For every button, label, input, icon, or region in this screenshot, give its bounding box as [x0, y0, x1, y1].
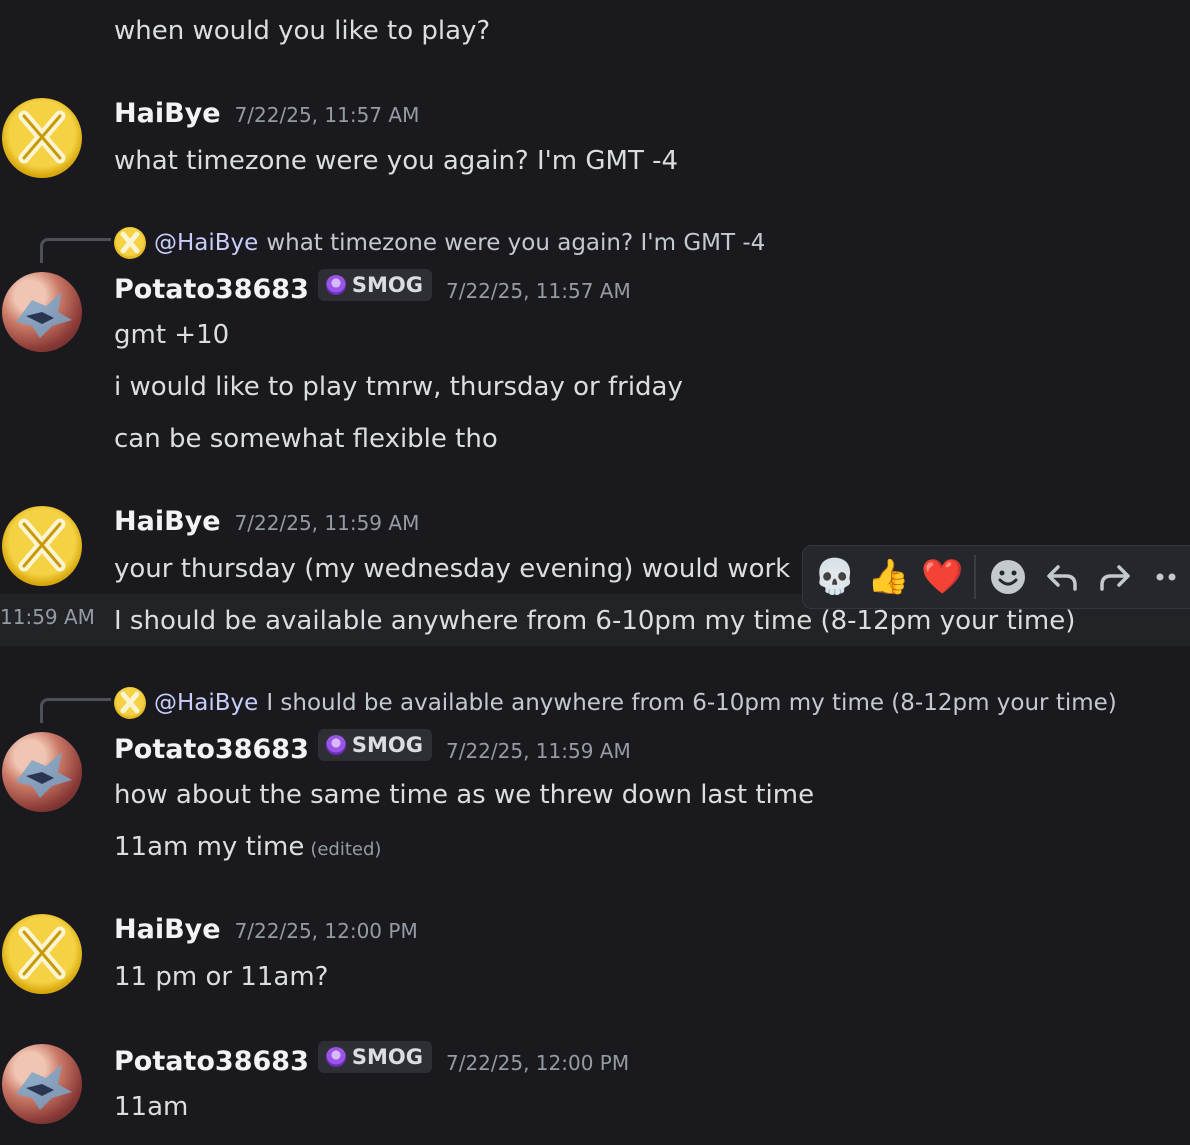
message-text: when would you like to play?: [114, 16, 491, 46]
badge-label: SMOG: [351, 273, 423, 297]
heart-reaction-button[interactable]: ❤️: [920, 554, 964, 600]
avatar[interactable]: [2, 914, 82, 994]
edited-label[interactable]: (edited): [310, 839, 381, 860]
message-text: what timezone were you again? I'm GMT -4: [114, 146, 679, 176]
add-reaction-icon: [990, 560, 1025, 594]
crossed-swords-icon: [18, 110, 66, 164]
message-text: I should be available anywhere from 6-10…: [114, 606, 1076, 636]
message-header: HaiBye 7/22/25, 11:57 AM: [114, 98, 419, 129]
reply-preview[interactable]: @HaiBye what timezone were you again? I'…: [114, 227, 765, 259]
skull-reaction-button[interactable]: 💀: [813, 554, 857, 600]
avatar[interactable]: [2, 98, 82, 178]
reply-icon: [1046, 565, 1077, 591]
message-header: HaiBye 7/22/25, 11:59 AM: [114, 506, 419, 537]
badge-label: SMOG: [351, 1045, 423, 1069]
creature-icon: [16, 1064, 72, 1110]
timestamp[interactable]: 7/22/25, 11:57 AM: [235, 103, 420, 127]
username[interactable]: HaiBye: [114, 98, 221, 129]
moon-icon: [325, 275, 346, 295]
reply-avatar: [114, 687, 146, 719]
message-action-toolbar: 💀 👍 ❤️: [802, 545, 1190, 609]
reply-mention[interactable]: @HaiBye: [154, 690, 258, 716]
more-options-button[interactable]: [1147, 554, 1190, 600]
reply-button[interactable]: [1040, 554, 1084, 600]
timestamp[interactable]: 7/22/25, 12:00 PM: [446, 1051, 629, 1075]
timestamp[interactable]: 7/22/25, 11:57 AM: [446, 279, 631, 303]
message-text: 11 pm or 11am?: [114, 962, 329, 992]
add-reaction-button[interactable]: [986, 554, 1030, 600]
avatar[interactable]: [2, 506, 82, 586]
message-text: can be somewhat flexible tho: [114, 424, 498, 454]
message-header: Potato38683 SMOG 7/22/25, 11:59 AM: [114, 729, 631, 765]
reply-mention[interactable]: @HaiBye: [154, 230, 258, 256]
timestamp[interactable]: 7/22/25, 12:00 PM: [235, 919, 418, 943]
chat-log: when would you like to play? HaiBye 7/22…: [0, 0, 1190, 1145]
server-tag-badge[interactable]: SMOG: [317, 1041, 432, 1073]
message-text: gmt +10: [114, 320, 230, 350]
thumbs-up-reaction-button[interactable]: 👍: [867, 554, 911, 600]
message-text: 11am my time (edited): [114, 830, 381, 867]
avatar[interactable]: [2, 1044, 82, 1124]
moon-icon: [325, 1047, 346, 1067]
message-header: Potato38683 SMOG 7/22/25, 11:57 AM: [114, 269, 631, 305]
hover-timestamp[interactable]: 11:59 AM: [0, 605, 95, 629]
moon-icon: [325, 735, 346, 755]
reply-connector: [40, 698, 111, 723]
message-header: HaiBye 7/22/25, 12:00 PM: [114, 914, 418, 945]
message-text: your thursday (my wednesday evening) wou…: [114, 554, 791, 584]
message-text: i would like to play tmrw, thursday or f…: [114, 372, 683, 402]
avatar[interactable]: [2, 272, 82, 352]
reply-text: what timezone were you again? I'm GMT -4: [266, 230, 766, 256]
timestamp[interactable]: 7/22/25, 11:59 AM: [446, 739, 631, 763]
creature-icon: [16, 752, 72, 798]
message-text: 11am: [114, 1092, 189, 1122]
crossed-swords-icon: [120, 691, 140, 714]
forward-button[interactable]: [1094, 554, 1138, 600]
reply-text: I should be available anywhere from 6-10…: [266, 690, 1117, 716]
server-tag-badge[interactable]: SMOG: [317, 729, 432, 761]
message-text-content: 11am my time: [114, 832, 305, 862]
more-icon: [1156, 573, 1176, 581]
toolbar-divider: [974, 555, 977, 599]
timestamp[interactable]: 7/22/25, 11:59 AM: [235, 511, 420, 535]
reply-preview[interactable]: @HaiBye I should be available anywhere f…: [114, 687, 1117, 719]
badge-label: SMOG: [351, 733, 423, 757]
crossed-swords-icon: [18, 518, 66, 572]
username[interactable]: HaiBye: [114, 506, 221, 537]
creature-icon: [16, 292, 72, 338]
crossed-swords-icon: [18, 926, 66, 980]
username[interactable]: Potato38683: [114, 1046, 309, 1077]
message-text: how about the same time as we threw down…: [114, 780, 815, 810]
avatar[interactable]: [2, 732, 82, 812]
message-header: Potato38683 SMOG 7/22/25, 12:00 PM: [114, 1041, 629, 1077]
reply-avatar: [114, 227, 146, 259]
forward-icon: [1100, 565, 1131, 591]
server-tag-badge[interactable]: SMOG: [317, 269, 432, 301]
username[interactable]: Potato38683: [114, 734, 309, 765]
username[interactable]: Potato38683: [114, 274, 309, 305]
reply-connector: [40, 238, 111, 263]
crossed-swords-icon: [120, 231, 140, 254]
username[interactable]: HaiBye: [114, 914, 221, 945]
